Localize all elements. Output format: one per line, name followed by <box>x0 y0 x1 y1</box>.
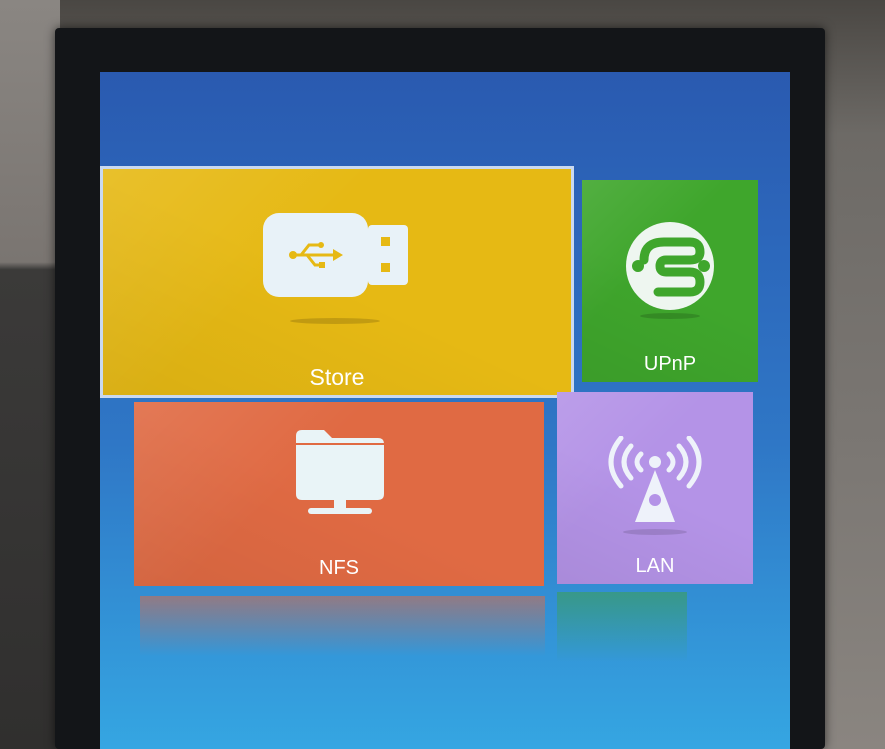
upnp-icon <box>626 222 714 319</box>
upnp-label: UPnP <box>643 353 697 375</box>
folder-monitor-icon <box>296 430 384 514</box>
background-wall <box>0 0 60 749</box>
usb-drive-icon <box>263 213 408 324</box>
upnp-tile[interactable]: UPnP <box>582 180 758 382</box>
tile-reflection-row <box>557 592 687 662</box>
lan-label: LAN <box>635 555 675 577</box>
nfs-label: NFS <box>319 557 359 579</box>
tv-screen: Store UPnP NFS LAN <box>100 72 790 749</box>
lan-tile[interactable]: LAN <box>557 392 753 584</box>
antenna-icon <box>608 436 702 535</box>
nfs-tile[interactable]: NFS <box>134 402 544 586</box>
tile-reflection-row <box>140 596 545 656</box>
store-label: Store <box>309 364 365 390</box>
store-tile[interactable]: Store <box>100 166 574 398</box>
